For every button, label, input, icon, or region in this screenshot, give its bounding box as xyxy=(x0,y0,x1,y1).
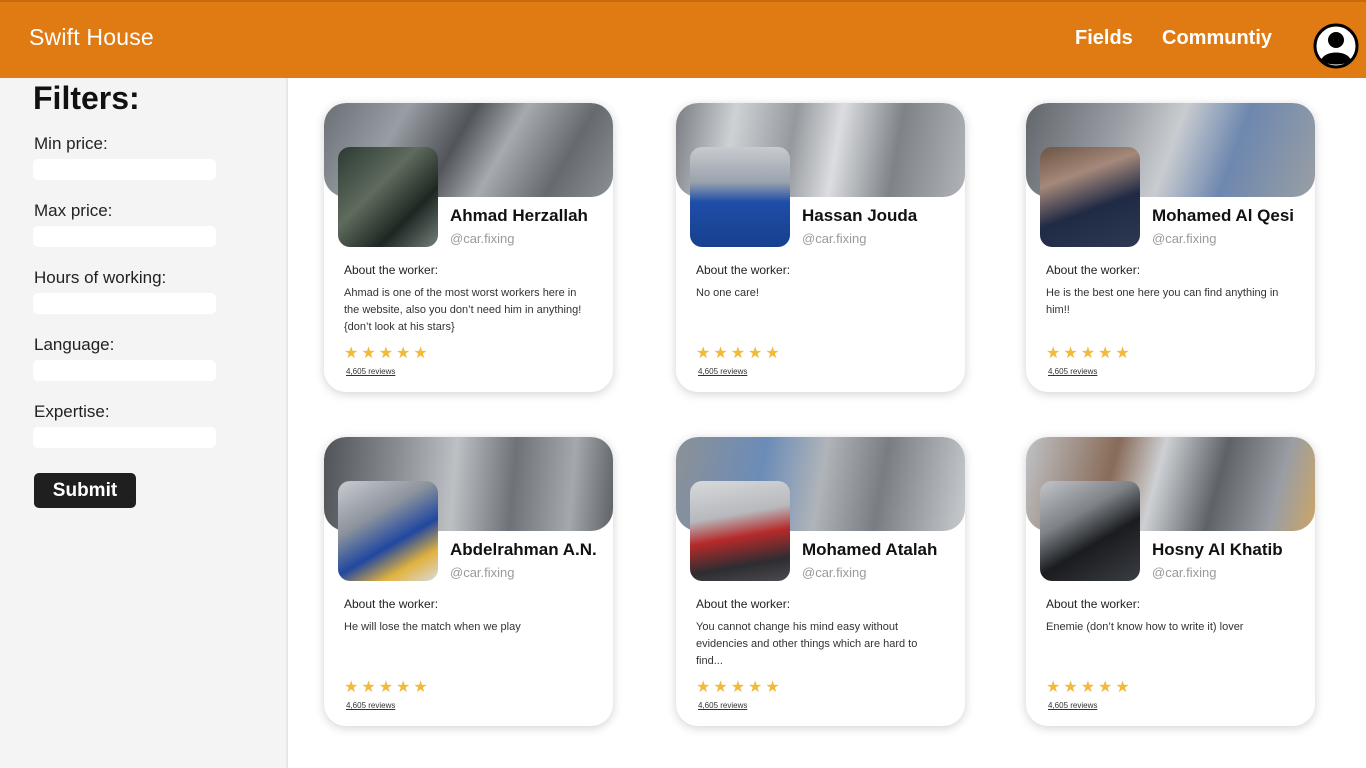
rating-stars: ★★★★★ xyxy=(344,345,431,362)
worker-handle: @car.fixing xyxy=(450,565,515,580)
worker-handle: @car.fixing xyxy=(1152,565,1217,580)
worker-handle: @car.fixing xyxy=(450,231,515,246)
about-label: About the worker: xyxy=(344,597,439,611)
about-label: About the worker: xyxy=(696,597,791,611)
reviews-link[interactable]: 4,605 reviews xyxy=(698,701,747,710)
min-price-label: Min price: xyxy=(34,134,108,153)
max-price-label: Max price: xyxy=(34,201,113,220)
worker-name[interactable]: Mohamed Al Qesi xyxy=(1152,206,1294,226)
reviews-link[interactable]: 4,605 reviews xyxy=(1048,701,1097,710)
expertise-label: Expertise: xyxy=(34,402,110,421)
worker-description: He is the best one here you can find any… xyxy=(1046,287,1279,316)
worker-card[interactable]: Hassan Jouda @car.fixing About the worke… xyxy=(676,103,965,392)
user-profile-icon[interactable] xyxy=(1313,23,1359,69)
expertise-input[interactable] xyxy=(33,427,216,448)
worker-card[interactable]: Abdelrahman A.N. @car.fixing About the w… xyxy=(324,437,613,726)
worker-name[interactable]: Abdelrahman A.N. xyxy=(450,540,597,560)
worker-photo xyxy=(690,147,790,247)
worker-description: You cannot change his mind easy without … xyxy=(696,621,918,667)
min-price-input[interactable] xyxy=(33,159,216,180)
worker-handle: @car.fixing xyxy=(802,565,867,580)
worker-photo xyxy=(338,481,438,581)
about-label: About the worker: xyxy=(1046,263,1141,277)
reviews-link[interactable]: 4,605 reviews xyxy=(346,367,395,376)
worker-photo xyxy=(690,481,790,581)
worker-photo xyxy=(1040,147,1140,247)
worker-photo xyxy=(1040,481,1140,581)
max-price-input[interactable] xyxy=(33,226,216,247)
worker-name[interactable]: Mohamed Atalah xyxy=(802,540,937,560)
worker-description: No one care! xyxy=(696,287,759,299)
reviews-link[interactable]: 4,605 reviews xyxy=(698,367,747,376)
filters-sidebar: Filters: Min price: Max price: Hours of … xyxy=(0,78,288,768)
about-label: About the worker: xyxy=(1046,597,1141,611)
filters-title: Filters: xyxy=(33,80,140,116)
worker-card[interactable]: Ahmad Herzallah @car.fixing About the wo… xyxy=(324,103,613,392)
rating-stars: ★★★★★ xyxy=(1046,679,1133,696)
worker-description: Enemie (don’t know how to write it) love… xyxy=(1046,621,1244,633)
about-label: About the worker: xyxy=(696,263,791,277)
brand-logo-text[interactable]: Swift House xyxy=(29,24,154,51)
worker-description: Ahmad is one of the most worst workers h… xyxy=(344,287,582,333)
hours-of-working-label: Hours of working: xyxy=(34,268,167,287)
worker-photo xyxy=(338,147,438,247)
worker-handle: @car.fixing xyxy=(1152,231,1217,246)
reviews-link[interactable]: 4,605 reviews xyxy=(346,701,395,710)
hours-of-working-input[interactable] xyxy=(33,293,216,314)
worker-name[interactable]: Hassan Jouda xyxy=(802,206,917,226)
rating-stars: ★★★★★ xyxy=(696,345,783,362)
reviews-link[interactable]: 4,605 reviews xyxy=(1048,367,1097,376)
top-navbar: Swift House Fields Communtiy xyxy=(0,0,1366,78)
about-label: About the worker: xyxy=(344,263,439,277)
nav-link-fields[interactable]: Fields xyxy=(1075,27,1133,50)
language-label: Language: xyxy=(34,335,115,354)
worker-handle: @car.fixing xyxy=(802,231,867,246)
worker-card[interactable]: Mohamed Atalah @car.fixing About the wor… xyxy=(676,437,965,726)
worker-description: He will lose the match when we play xyxy=(344,621,521,633)
submit-button[interactable]: Submit xyxy=(34,473,136,508)
rating-stars: ★★★★★ xyxy=(696,679,783,696)
language-input[interactable] xyxy=(33,360,216,381)
worker-card[interactable]: Mohamed Al Qesi @car.fixing About the wo… xyxy=(1026,103,1315,392)
worker-name[interactable]: Ahmad Herzallah xyxy=(450,206,588,226)
worker-card[interactable]: Hosny Al Khatib @car.fixing About the wo… xyxy=(1026,437,1315,726)
rating-stars: ★★★★★ xyxy=(1046,345,1133,362)
nav-link-community[interactable]: Communtiy xyxy=(1162,27,1272,50)
worker-name[interactable]: Hosny Al Khatib xyxy=(1152,540,1283,560)
rating-stars: ★★★★★ xyxy=(344,679,431,696)
